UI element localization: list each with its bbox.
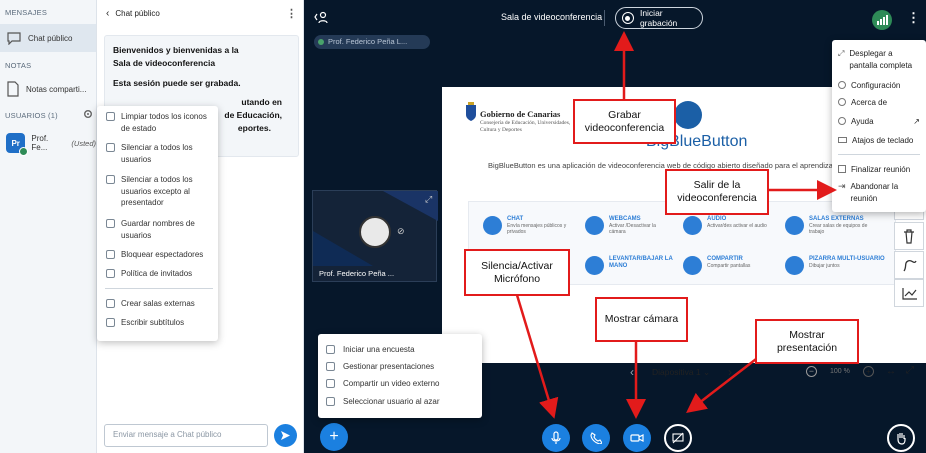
arrow-presentation <box>686 355 761 414</box>
arrow-mute <box>515 294 559 419</box>
annotation-arrows <box>515 31 837 419</box>
callout-mute: Silencia/Activar Micrófono <box>464 249 570 296</box>
callout-presentation: Mostrar presentación <box>755 319 859 364</box>
callout-record: Grabar videoconferencia <box>573 99 676 144</box>
callout-camera: Mostrar cámara <box>595 297 688 342</box>
callout-leave: Salir de la videoconferencia <box>665 169 769 215</box>
